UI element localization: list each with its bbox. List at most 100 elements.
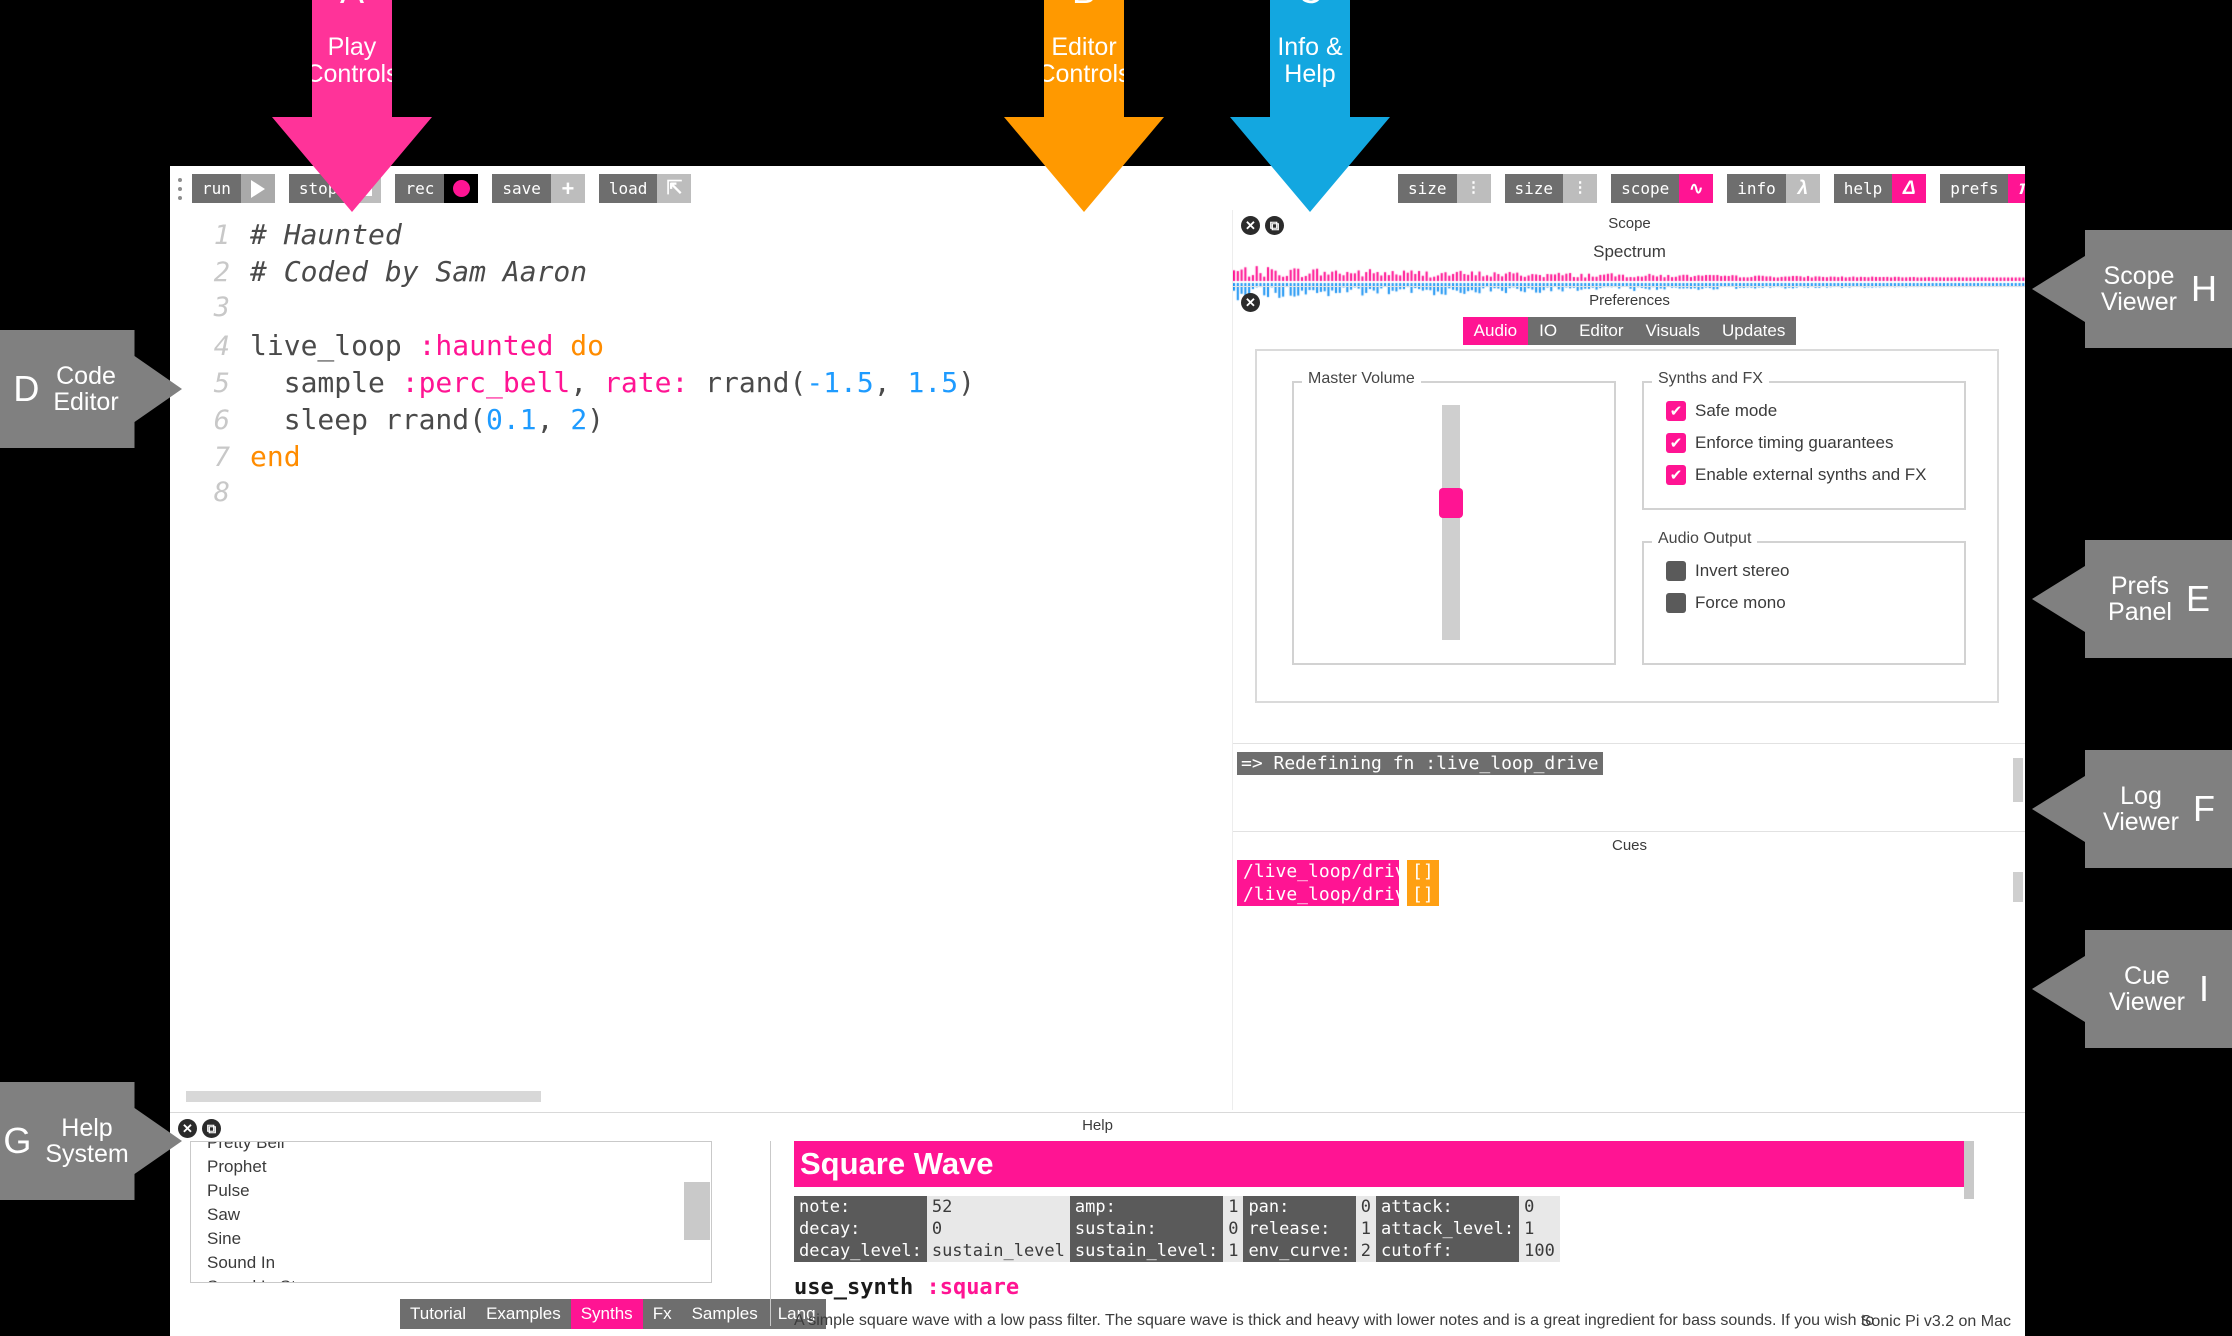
delta-icon[interactable]: Δ [1892, 174, 1927, 203]
synths-fx-option[interactable]: ✔ Enforce timing guarantees [1666, 433, 1964, 453]
record-icon[interactable] [444, 174, 479, 203]
cue-viewer[interactable]: Cues /live_loop/drive[]/live_loop/drive[… [1233, 831, 2025, 936]
doc-scrollbar[interactable] [1964, 1141, 1974, 1199]
checkbox-icon[interactable] [1666, 561, 1686, 581]
audio-output-option[interactable]: Force mono [1666, 593, 1964, 613]
help-tab-examples[interactable]: Examples [476, 1299, 571, 1329]
help-tab-fx[interactable]: Fx [643, 1299, 682, 1329]
checkbox-icon[interactable]: ✔ [1666, 401, 1686, 421]
synth-list-item[interactable]: Pretty Bell [199, 1142, 703, 1155]
text-size-increase-icon[interactable]: ⋮ [1563, 174, 1598, 203]
checkbox-icon[interactable] [1666, 593, 1686, 613]
code-line[interactable]: 3 [170, 292, 1230, 329]
checkbox-icon[interactable]: ✔ [1666, 433, 1686, 453]
cue-value: [] [1407, 860, 1439, 883]
editor-size-button[interactable]: size ⋮ [1504, 174, 1598, 203]
plus-icon[interactable]: + [550, 174, 585, 203]
synth-list-item[interactable]: Sine [199, 1227, 703, 1251]
param-row: decay: 0 sustain: 0 release: 1 attack_level: 1 [794, 1218, 1560, 1240]
synths-fx-option[interactable]: ✔ Enable external synths and FX [1666, 465, 1964, 485]
synth-list-item[interactable]: Pulse [199, 1179, 703, 1203]
help-tab-samples[interactable]: Samples [682, 1299, 768, 1329]
text-size-decrease-icon[interactable]: ⋮ [1456, 174, 1491, 203]
synths-fx-option[interactable]: ✔ Safe mode [1666, 401, 1964, 421]
prefs-tab-editor[interactable]: Editor [1568, 317, 1634, 345]
code-line[interactable]: 5 sample :perc_bell, rate: rrand(-1.5, 1… [170, 366, 1230, 403]
annotation-key: F [2192, 788, 2215, 829]
code-text: # Coded by Sam Aaron [250, 255, 588, 288]
cue-path: /live_loop/drive [1237, 860, 1416, 883]
log-line: => Redefining fn :live_loop_drive [1237, 752, 1603, 775]
code-editor[interactable]: 1 # Haunted 2 # Coded by Sam Aaron 3 4 live_lo… [170, 210, 1230, 1110]
annotation-key: H [2190, 268, 2217, 309]
synth-list-scrollbar[interactable] [684, 1182, 710, 1240]
prefs-tab-visuals[interactable]: Visuals [1635, 317, 1712, 345]
play-icon[interactable] [240, 174, 275, 203]
editor-scope-button[interactable]: scope ∿ [1611, 174, 1714, 203]
help-tab-tutorial[interactable]: Tutorial [400, 1299, 476, 1329]
annotation-i: Cue Viewer I [2032, 930, 2232, 1048]
editor-info-button[interactable]: info λ [1727, 174, 1820, 203]
synth-list-item[interactable]: Sound In Stereo [199, 1275, 703, 1282]
play-run-button[interactable]: run [192, 174, 275, 203]
play-rec-button[interactable]: rec [395, 174, 479, 203]
cue-row: /live_loop/drive[] [1237, 883, 2025, 906]
synth-list-item[interactable]: Saw [199, 1203, 703, 1227]
param-value: 1 [1223, 1240, 1244, 1262]
master-volume-label: Master Volume [1302, 370, 1421, 388]
code-line[interactable]: 2 # Coded by Sam Aaron [170, 255, 1230, 292]
prefs-tabs: Audio IO Editor Visuals Updates [1233, 317, 2025, 345]
code-line[interactable]: 7 end [170, 440, 1230, 477]
param-value: 2 [1355, 1240, 1377, 1262]
code-line[interactable]: 8 [170, 477, 1230, 514]
help-document: Square Wave note: 52 amp: 1 pan: 0 attack: 0 dec… [794, 1141, 1974, 1331]
prefs-tab-audio[interactable]: Audio [1462, 317, 1529, 345]
code-line[interactable]: 1 # Haunted [170, 218, 1230, 255]
toolbar-grip-icon[interactable] [178, 178, 183, 200]
param-key: release: [1243, 1218, 1356, 1240]
synths-fx-option-label: Safe mode [1695, 401, 1778, 420]
line-number: 6 [213, 405, 230, 436]
param-value: sustain_level [926, 1240, 1070, 1262]
log-scrollbar[interactable] [2013, 758, 2023, 802]
code-line[interactable]: 6 sleep rrand(0.1, 2) [170, 403, 1230, 440]
log-viewer[interactable]: => Redefining fn :live_loop_drive [1233, 743, 2025, 832]
editor-help-button[interactable]: help Δ [1833, 174, 1927, 203]
editor-help-label: help [1833, 174, 1893, 203]
close-icon[interactable]: ✕ [1241, 293, 1260, 312]
help-tab-synths[interactable]: Synths [570, 1299, 643, 1329]
param-key: decay: [794, 1218, 927, 1240]
synth-list[interactable]: Pretty BellProphetPulseSawSineSound InSo… [190, 1141, 712, 1283]
prefs-tab-io[interactable]: IO [1528, 317, 1568, 345]
pi-icon[interactable]: π [2008, 174, 2025, 203]
annotation-key: B [1072, 0, 1096, 12]
prefs-tab-updates[interactable]: Updates [1711, 317, 1796, 345]
annotation-caption: Scope Viewer [2101, 261, 2177, 316]
synth-list-item[interactable]: Sound In [199, 1251, 703, 1275]
synth-list-item[interactable]: Prophet [199, 1155, 703, 1179]
play-save-button[interactable]: save + [492, 174, 585, 203]
master-volume-slider[interactable] [1442, 405, 1460, 640]
editor-size-button[interactable]: size ⋮ [1398, 174, 1491, 203]
play-load-button[interactable]: load ⇱ [598, 174, 692, 203]
param-key: sustain_level: [1069, 1240, 1224, 1262]
load-arrow-icon[interactable]: ⇱ [657, 174, 692, 203]
cue-scrollbar[interactable] [2013, 872, 2023, 902]
annotation-key: G [3, 1120, 32, 1161]
editor-prefs-button[interactable]: prefsπ [1940, 174, 2025, 203]
annotation-g: G Help System [0, 1082, 182, 1200]
prefs-content-box: Master Volume Synths and FX ✔ Safe mode ✔ E… [1255, 349, 1999, 703]
line-number: 1 [213, 220, 230, 251]
editor-horizontal-scrollbar[interactable] [186, 1091, 541, 1102]
lambda-icon[interactable]: λ [1785, 174, 1820, 203]
use-synth-value: :square [926, 1275, 1020, 1300]
checkbox-icon[interactable]: ✔ [1666, 465, 1686, 485]
spectrum-title: Spectrum [1593, 242, 1666, 261]
master-volume-knob[interactable] [1439, 488, 1463, 518]
param-key: attack_level: [1376, 1218, 1520, 1240]
code-line[interactable]: 4 live_loop :haunted do [170, 329, 1230, 366]
detach-icon[interactable]: ⧉ [1265, 216, 1284, 235]
audio-output-option[interactable]: Invert stereo [1666, 561, 1964, 581]
scope-wave-icon[interactable]: ∿ [1679, 174, 1714, 203]
close-icon[interactable]: ✕ [1241, 216, 1260, 235]
